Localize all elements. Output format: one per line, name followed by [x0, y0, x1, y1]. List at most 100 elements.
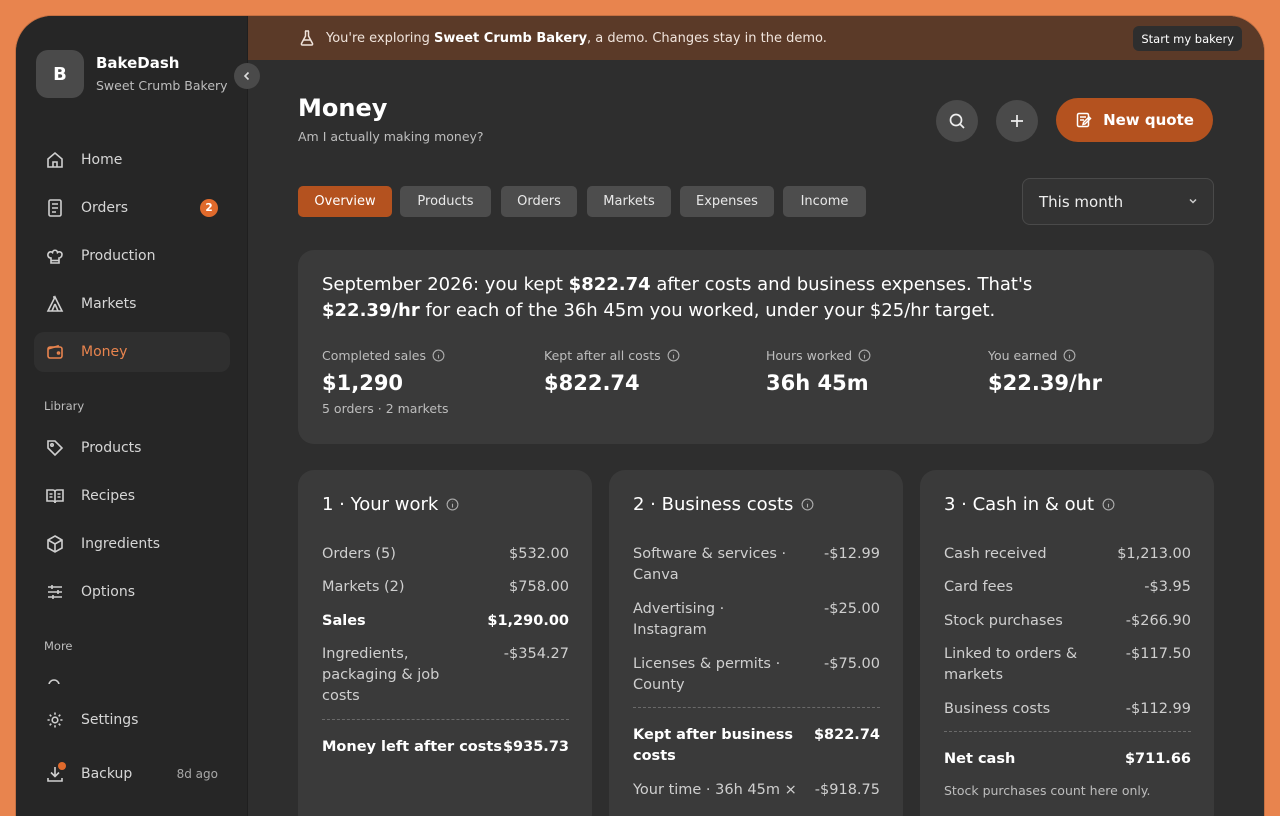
sidebar-item-ingredients[interactable]: Ingredients	[34, 524, 230, 564]
row-value: $1,290.00	[487, 613, 569, 629]
info-icon[interactable]	[1102, 498, 1115, 511]
tab-expenses[interactable]: Expenses	[680, 186, 774, 217]
row-label: Advertising · Instagram	[633, 601, 725, 638]
row-label: Orders (5)	[322, 546, 396, 562]
row-label: Cash received	[944, 546, 1047, 562]
sidebar-item-options[interactable]: Options	[34, 572, 230, 612]
info-icon[interactable]	[1063, 349, 1076, 362]
info-icon[interactable]	[801, 498, 814, 511]
sidebar-item-label: Orders	[81, 200, 129, 216]
summary-text-part: after costs and business expenses. That'…	[650, 274, 1033, 295]
row-label: Net cash	[944, 751, 1016, 767]
tab-orders[interactable]: Orders	[501, 186, 577, 217]
collapse-sidebar-button[interactable]	[234, 63, 260, 89]
row-label: Money left after costs	[322, 739, 502, 755]
sidebar-item-label: Money	[81, 344, 128, 360]
demo-banner-text: You're exploring Sweet Crumb Bakery, a d…	[326, 31, 827, 46]
row-value: -$918.75	[814, 782, 880, 798]
edit-note-icon	[1076, 112, 1092, 128]
sidebar-item-label: Products	[81, 440, 142, 456]
summary-kept-amount: $822.74	[568, 274, 651, 295]
your-work-card: 1 · Your work Orders (5) $532.00 Markets …	[298, 470, 592, 816]
sidebar-item-label: Production	[81, 248, 156, 264]
row-value: -$75.00	[824, 656, 880, 672]
new-quote-button[interactable]: New quote	[1056, 98, 1213, 142]
row-value: $532.00	[509, 546, 569, 562]
row-value: -$266.90	[1125, 613, 1191, 629]
stat-value: $22.39/hr	[988, 371, 1103, 395]
page-subtitle: Am I actually making money?	[298, 129, 484, 144]
row-value: $822.74	[813, 727, 880, 743]
cash-note: Stock purchases count here only.	[944, 783, 1151, 798]
banner-bakery-name: Sweet Crumb Bakery	[434, 30, 588, 46]
summary-hourly-rate: $22.39/hr	[322, 300, 420, 321]
summary-text-part: for each of the 36h 45m you worked, unde…	[419, 300, 996, 321]
search-button[interactable]	[936, 100, 978, 142]
sidebar-item-label: Home	[81, 152, 123, 168]
info-icon[interactable]	[432, 349, 445, 362]
demo-banner: You're exploring Sweet Crumb Bakery, a d…	[248, 16, 1264, 60]
tab-products[interactable]: Products	[400, 186, 491, 217]
sidebar-item-home[interactable]: Home	[34, 140, 230, 180]
info-icon[interactable]	[667, 349, 680, 362]
stat-value: $822.74	[544, 371, 640, 395]
gear-icon	[44, 709, 66, 731]
tab-overview[interactable]: Overview	[298, 186, 392, 217]
sidebar-item-label: Ingredients	[81, 536, 160, 552]
chevron-left-icon	[243, 71, 250, 81]
row-label: Ingredients, packaging & job costs	[322, 646, 440, 704]
sidebar-item-products[interactable]: Products	[34, 428, 230, 468]
card-title: 3 · Cash in & out	[944, 494, 1095, 515]
sidebar-item-recipes[interactable]: Recipes	[34, 476, 230, 516]
start-my-bakery-button[interactable]: Start my bakery	[1133, 26, 1242, 51]
orders-count-badge: 2	[200, 199, 218, 217]
row-label: Your time · 36h 45m ×	[633, 782, 797, 798]
app-window: B BakeDash Sweet Crumb Bakery Home Order…	[16, 16, 1264, 816]
tab-income[interactable]: Income	[783, 186, 866, 217]
sidebar-item-label: Markets	[81, 296, 137, 312]
book-icon	[44, 485, 66, 507]
stat-label: Kept after all costs	[544, 348, 661, 363]
row-label: Card fees	[944, 579, 1014, 595]
sidebar-item-money[interactable]: Money	[34, 332, 230, 372]
add-button[interactable]	[996, 100, 1038, 142]
period-select-value: This month	[1039, 192, 1124, 211]
wallet-icon	[44, 341, 66, 363]
sidebar-item-markets[interactable]: Markets	[34, 284, 230, 324]
row-value: -$25.00	[824, 601, 880, 617]
stat-kept-after-costs: Kept after all costs $822.74	[544, 348, 680, 395]
row-value: -$117.50	[1125, 646, 1191, 662]
row-label: Business costs	[944, 701, 1051, 717]
banner-suffix: , a demo. Changes stay in the demo.	[587, 30, 827, 46]
sidebar-item-settings[interactable]: Settings	[34, 700, 230, 740]
info-icon[interactable]	[858, 349, 871, 362]
sidebar-item-backup[interactable]: Backup 8d ago	[34, 754, 230, 794]
sidebar: B BakeDash Sweet Crumb Bakery Home Order…	[16, 16, 248, 816]
info-icon[interactable]	[446, 498, 459, 511]
row-value: -$12.99	[824, 546, 880, 562]
sidebar-item-label: Backup	[81, 766, 133, 782]
search-icon	[949, 113, 965, 129]
stat-subtext: 5 orders · 2 markets	[322, 401, 449, 416]
stat-value: 36h 45m	[766, 371, 869, 395]
tab-markets[interactable]: Markets	[587, 186, 671, 217]
summary-statement: September 2026: you kept $822.74 after c…	[322, 272, 1182, 324]
card-title: 1 · Your work	[322, 494, 439, 515]
row-label: Licenses & permits · County	[633, 656, 781, 693]
sidebar-item-label: Options	[81, 584, 136, 600]
stat-hours-worked: Hours worked 36h 45m	[766, 348, 871, 395]
row-label: Markets (2)	[322, 579, 405, 595]
card-title: 2 · Business costs	[633, 494, 794, 515]
sidebar-item-orders[interactable]: Orders 2	[34, 188, 230, 228]
brand-logo: B	[36, 50, 84, 98]
banner-prefix: You're exploring	[326, 30, 435, 46]
summary-card: September 2026: you kept $822.74 after c…	[298, 250, 1214, 444]
brand-name: BakeDash	[96, 54, 180, 72]
library-section-label: Library	[44, 399, 85, 413]
sidebar-item-production[interactable]: Production	[34, 236, 230, 276]
row-label: Stock purchases	[944, 613, 1063, 629]
chef-hat-icon	[44, 245, 66, 267]
row-value: $758.00	[509, 579, 569, 595]
period-select[interactable]: This month	[1022, 178, 1214, 225]
row-value: $711.66	[1124, 751, 1191, 767]
